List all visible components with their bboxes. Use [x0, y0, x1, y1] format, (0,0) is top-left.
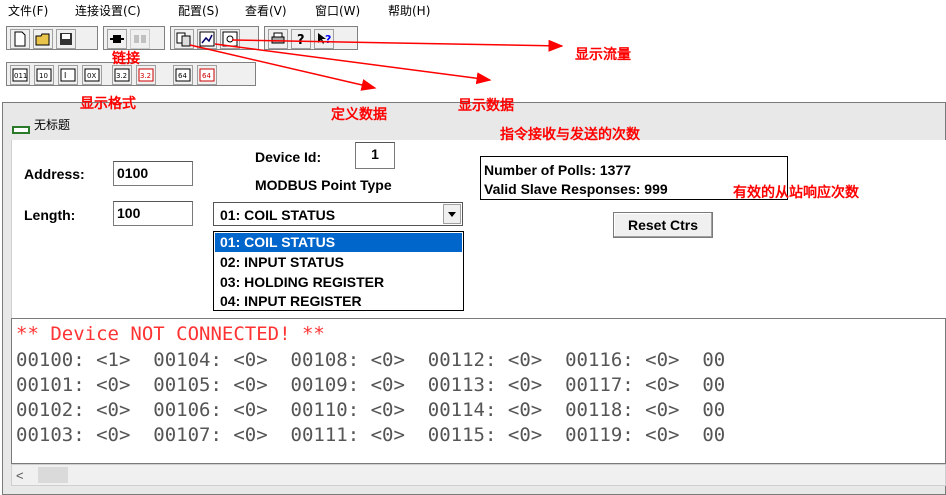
data-row: 00101: <0> 00105: <0> 00109: <0> 00113: … — [16, 374, 726, 396]
svg-text:3.2: 3.2 — [116, 72, 127, 80]
format-double-icon[interactable]: 64 — [173, 65, 193, 85]
print-icon[interactable] — [268, 29, 288, 49]
device-id-label: Device Id: — [255, 149, 322, 165]
option-holding-register[interactable]: 03: HOLDING REGISTER — [215, 273, 462, 292]
svg-text:?: ? — [325, 33, 331, 46]
menu-bar: 文件(F) 连接设置(C) 配置(S) 查看(V) 窗口(W) 帮助(H) — [0, 0, 946, 20]
format-double-swapped-icon[interactable]: 64 — [197, 65, 217, 85]
chevron-down-icon[interactable] — [443, 204, 461, 224]
reset-counters-button[interactable]: Reset Ctrs — [613, 212, 713, 238]
scroll-thumb[interactable] — [38, 467, 68, 483]
format-integer-icon[interactable]: I — [58, 65, 78, 85]
define-data-icon[interactable] — [174, 29, 194, 49]
svg-text:0X: 0X — [87, 72, 96, 80]
point-type-label: MODBUS Point Type — [255, 177, 392, 193]
new-file-icon[interactable] — [10, 29, 30, 49]
connection-status: ** Device NOT CONNECTED! ** — [16, 323, 325, 345]
menu-connection[interactable]: 连接设置(C) — [75, 2, 141, 19]
address-label: Address: — [24, 166, 85, 182]
data-row: 00100: <1> 00104: <0> 00108: <0> 00112: … — [16, 349, 726, 371]
save-icon[interactable] — [56, 29, 76, 49]
annotation-define-data: 定义数据 — [331, 107, 387, 123]
connection-toolbar-group — [103, 26, 165, 50]
scroll-left-icon[interactable]: < — [16, 468, 30, 483]
annotation-valid-responses: 有效的从站响应次数 — [733, 185, 859, 201]
option-input-register[interactable]: 04: INPUT REGISTER — [215, 292, 462, 311]
menu-view[interactable]: 查看(V) — [245, 2, 287, 19]
svg-text:3.2: 3.2 — [140, 72, 151, 80]
file-toolbar-group — [6, 26, 98, 50]
valid-responses: Valid Slave Responses: 999 — [484, 181, 668, 197]
menu-setup[interactable]: 配置(S) — [178, 2, 219, 19]
format-float-icon[interactable]: 3.2 — [112, 65, 132, 85]
print-help-toolbar-group: ? ? — [264, 26, 358, 50]
svg-text:64: 64 — [202, 72, 211, 80]
option-coil-status[interactable]: 01: COIL STATUS — [215, 233, 462, 252]
view-toolbar-group — [170, 26, 259, 50]
svg-text:011: 011 — [14, 72, 27, 80]
format-decimal-icon[interactable]: 10 — [34, 65, 54, 85]
menu-window[interactable]: 窗口(W) — [315, 2, 360, 19]
svg-text:10: 10 — [39, 72, 48, 80]
option-input-status[interactable]: 02: INPUT STATUS — [215, 253, 462, 272]
window-title-icon — [12, 126, 30, 134]
about-icon[interactable]: ? — [291, 29, 311, 49]
data-display: ** Device NOT CONNECTED! ** 00100: <1> 0… — [11, 318, 946, 464]
annotation-display-format: 显示格式 — [80, 96, 136, 112]
length-field[interactable]: 100 — [113, 201, 193, 226]
annotation-display-traffic: 显示流量 — [575, 47, 631, 63]
menu-help[interactable]: 帮助(H) — [388, 2, 430, 19]
connect-icon[interactable] — [107, 29, 127, 49]
poll-count: Number of Polls: 1377 — [484, 162, 632, 178]
device-id-field[interactable]: 1 — [355, 142, 395, 169]
point-type-select[interactable]: 01: COIL STATUS — [213, 202, 463, 226]
annotation-display-data: 显示数据 — [458, 98, 514, 114]
svg-text:64: 64 — [178, 72, 187, 80]
help-pointer-icon[interactable]: ? — [314, 29, 334, 49]
annotation-link: 链接 — [112, 51, 140, 67]
svg-text:?: ? — [297, 33, 305, 47]
length-label: Length: — [24, 207, 76, 223]
horizontal-scrollbar[interactable]: < — [11, 464, 946, 486]
window-title: 无标题 — [34, 118, 71, 132]
disconnect-icon[interactable] — [130, 29, 150, 49]
data-row: 00102: <0> 00106: <0> 00110: <0> 00114: … — [16, 399, 726, 421]
address-field[interactable]: 0100 — [113, 161, 193, 186]
annotation-poll-count: 指令接收与发送的次数 — [500, 127, 640, 143]
point-type-selected: 01: COIL STATUS — [220, 207, 336, 223]
point-type-dropdown: 01: COIL STATUS 02: INPUT STATUS 03: HOL… — [213, 231, 464, 311]
data-row: 00103: <0> 00107: <0> 00111: <0> 00115: … — [16, 424, 726, 446]
display-data-icon[interactable] — [197, 29, 217, 49]
open-folder-icon[interactable] — [33, 29, 53, 49]
format-float-swapped-icon[interactable]: 3.2 — [136, 65, 156, 85]
format-binary-icon[interactable]: 011 — [10, 65, 30, 85]
format-hex-icon[interactable]: 0X — [82, 65, 102, 85]
display-traffic-icon[interactable] — [220, 29, 240, 49]
svg-text:I: I — [64, 71, 66, 80]
menu-file[interactable]: 文件(F) — [8, 2, 48, 19]
